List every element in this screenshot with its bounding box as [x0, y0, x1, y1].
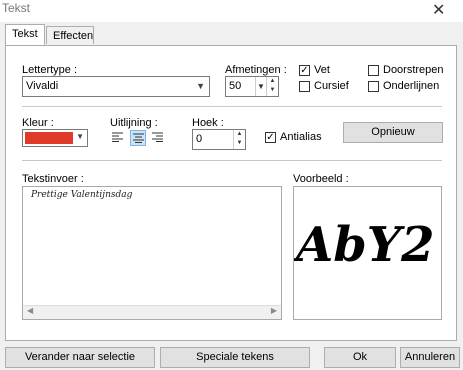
bold-check-box[interactable]: ✓	[299, 64, 310, 76]
close-icon[interactable]: ✕	[432, 0, 445, 20]
angle-label: Hoek :	[192, 117, 224, 129]
preview-label: Voorbeeld :	[293, 173, 349, 185]
italic-check-box[interactable]	[299, 80, 310, 92]
size-dropdown-icon[interactable]: ▼	[255, 77, 266, 96]
change-selection-button[interactable]: Verander naar selectie	[5, 347, 155, 368]
align-center-button[interactable]	[130, 130, 146, 146]
antialias-check-box[interactable]: ✓	[265, 131, 276, 143]
strikethrough-label: Doorstrepen	[383, 64, 444, 76]
strikethrough-check-box[interactable]	[368, 64, 379, 76]
chevron-down-icon: ▼	[196, 81, 205, 91]
chevron-down-icon: ▼	[76, 132, 84, 141]
divider	[22, 106, 442, 107]
font-select[interactable]: Vivaldi ▼	[22, 76, 210, 97]
bold-checkbox[interactable]: ✓ Vet	[299, 64, 330, 76]
underline-check-box[interactable]	[368, 80, 379, 92]
size-spinner[interactable]: 50 ▼ ▲ ▼	[225, 76, 279, 97]
strikethrough-checkbox[interactable]: Doorstrepen	[368, 64, 444, 76]
scroll-left-icon[interactable]: ◀	[27, 306, 33, 315]
angle-spin-buttons[interactable]: ▲ ▼	[233, 130, 245, 149]
align-right-button[interactable]	[150, 130, 166, 146]
color-label: Kleur :	[22, 117, 54, 129]
size-value: 50	[229, 80, 242, 92]
font-label: Lettertype :	[22, 64, 78, 76]
underline-checkbox[interactable]: Onderlijnen	[368, 80, 439, 92]
spin-up-icon[interactable]: ▲	[267, 77, 278, 86]
divider	[22, 160, 442, 161]
angle-value: 0	[196, 133, 203, 145]
scroll-right-icon[interactable]: ▶	[271, 306, 277, 315]
spin-down-icon[interactable]: ▼	[234, 139, 245, 148]
spin-up-icon[interactable]: ▲	[234, 130, 245, 139]
underline-label: Onderlijnen	[383, 80, 440, 92]
alignment-label: Uitlijning :	[110, 117, 158, 129]
preview-pane: AbY2	[293, 186, 442, 320]
tab-effecten[interactable]: Effecten	[46, 26, 94, 44]
cancel-button[interactable]: Annuleren	[400, 347, 460, 368]
size-label: Afmetingen :	[225, 64, 287, 76]
antialias-checkbox[interactable]: ✓ Antialias	[265, 131, 322, 143]
color-picker[interactable]: ▼	[22, 129, 88, 147]
align-left-icon	[112, 132, 123, 142]
bold-label: Vet	[314, 64, 330, 76]
font-value: Vivaldi	[26, 80, 59, 92]
text-input-content: Prettige Valentijnsdag	[31, 190, 133, 200]
preview-sample: AbY2	[296, 217, 435, 273]
window-title: Tekst	[2, 1, 31, 15]
align-left-button[interactable]	[110, 130, 126, 146]
horizontal-scrollbar[interactable]: ◀ ▶	[23, 305, 281, 319]
align-right-icon	[152, 132, 163, 142]
reset-button[interactable]: Opnieuw	[343, 122, 443, 143]
spin-down-icon[interactable]: ▼	[267, 86, 278, 95]
text-input-label: Tekstinvoer :	[22, 173, 84, 185]
antialias-label: Antialias	[280, 131, 322, 143]
angle-spinner[interactable]: 0 ▲ ▼	[192, 129, 246, 150]
italic-label: Cursief	[314, 80, 349, 92]
color-swatch	[25, 132, 73, 144]
tab-tekst[interactable]: Tekst	[5, 24, 45, 45]
size-spin-buttons[interactable]: ▲ ▼	[266, 77, 278, 96]
ok-button[interactable]: Ok	[324, 347, 396, 368]
align-center-icon	[133, 133, 144, 143]
title-bar: Tekst ✕	[0, 0, 463, 22]
text-input-area[interactable]: Prettige Valentijnsdag ◀ ▶	[22, 186, 282, 320]
italic-checkbox[interactable]: Cursief	[299, 80, 349, 92]
special-chars-button[interactable]: Speciale tekens	[160, 347, 310, 368]
